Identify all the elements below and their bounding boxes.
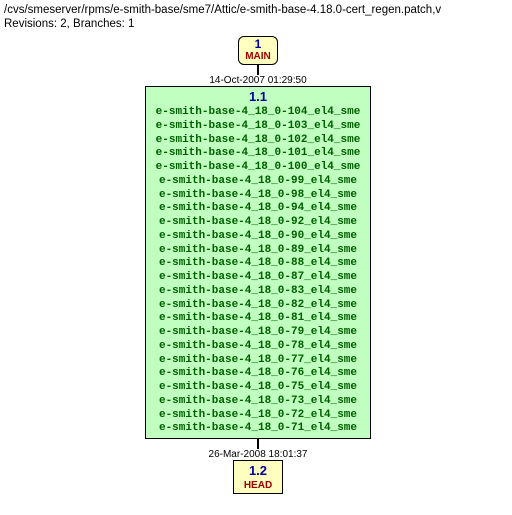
rev2-head-label: HEAD bbox=[244, 480, 272, 491]
revision-graph: 1 MAIN 14-Oct-2007 01:29:50 1.1 e-smith-… bbox=[8, 36, 508, 494]
rev1-tag: e-smith-base-4_18_0-103_el4_sme bbox=[156, 120, 361, 134]
rev1-tag: e-smith-base-4_18_0-78_el4_sme bbox=[156, 340, 361, 354]
rev1-tag: e-smith-base-4_18_0-104_el4_sme bbox=[156, 106, 361, 120]
rev1-timestamp: 14-Oct-2007 01:29:50 bbox=[8, 75, 508, 86]
rev1-tag: e-smith-base-4_18_0-76_el4_sme bbox=[156, 367, 361, 381]
rev1-tag: e-smith-base-4_18_0-89_el4_sme bbox=[156, 244, 361, 258]
rev1-tag: e-smith-base-4_18_0-99_el4_sme bbox=[156, 175, 361, 189]
rev1-number: 1.1 bbox=[156, 89, 361, 104]
rev1-tag: e-smith-base-4_18_0-75_el4_sme bbox=[156, 381, 361, 395]
repo-stats: Revisions: 2, Branches: 1 bbox=[4, 18, 508, 30]
graph-edge bbox=[257, 439, 259, 449]
rev1-tag: e-smith-base-4_18_0-94_el4_sme bbox=[156, 202, 361, 216]
rev1-tag: e-smith-base-4_18_0-81_el4_sme bbox=[156, 312, 361, 326]
rev1-tag: e-smith-base-4_18_0-72_el4_sme bbox=[156, 409, 361, 423]
rev1-tag: e-smith-base-4_18_0-77_el4_sme bbox=[156, 354, 361, 368]
rev1-tag: e-smith-base-4_18_0-92_el4_sme bbox=[156, 216, 361, 230]
rev1-tag: e-smith-base-4_18_0-101_el4_sme bbox=[156, 147, 361, 161]
rev1-tag: e-smith-base-4_18_0-79_el4_sme bbox=[156, 326, 361, 340]
rev1-tag: e-smith-base-4_18_0-73_el4_sme bbox=[156, 395, 361, 409]
branch-number: 1 bbox=[245, 38, 271, 51]
rev1-tag: e-smith-base-4_18_0-88_el4_sme bbox=[156, 257, 361, 271]
branch-node-main[interactable]: 1 MAIN bbox=[8, 36, 508, 65]
rev2-number: 1.2 bbox=[244, 463, 272, 478]
rev1-tag: e-smith-base-4_18_0-102_el4_sme bbox=[156, 134, 361, 148]
rev1-tag: e-smith-base-4_18_0-71_el4_sme bbox=[156, 422, 361, 436]
rev1-tag: e-smith-base-4_18_0-83_el4_sme bbox=[156, 285, 361, 299]
rev1-tag: e-smith-base-4_18_0-90_el4_sme bbox=[156, 230, 361, 244]
branch-label: MAIN bbox=[245, 51, 271, 62]
rev1-tag: e-smith-base-4_18_0-82_el4_sme bbox=[156, 299, 361, 313]
rev-node-1-1[interactable]: 1.1 e-smith-base-4_18_0-104_el4_smee-smi… bbox=[8, 86, 508, 439]
graph-edge bbox=[257, 65, 259, 75]
rev2-timestamp: 26-Mar-2008 18:01:37 bbox=[8, 449, 508, 460]
repo-path: /cvs/smeserver/rpms/e-smith-base/sme7/At… bbox=[4, 4, 508, 16]
rev1-tag: e-smith-base-4_18_0-100_el4_sme bbox=[156, 161, 361, 175]
rev1-tag: e-smith-base-4_18_0-98_el4_sme bbox=[156, 189, 361, 203]
rev1-tag: e-smith-base-4_18_0-87_el4_sme bbox=[156, 271, 361, 285]
rev-node-1-2[interactable]: 1.2 HEAD bbox=[8, 460, 508, 494]
